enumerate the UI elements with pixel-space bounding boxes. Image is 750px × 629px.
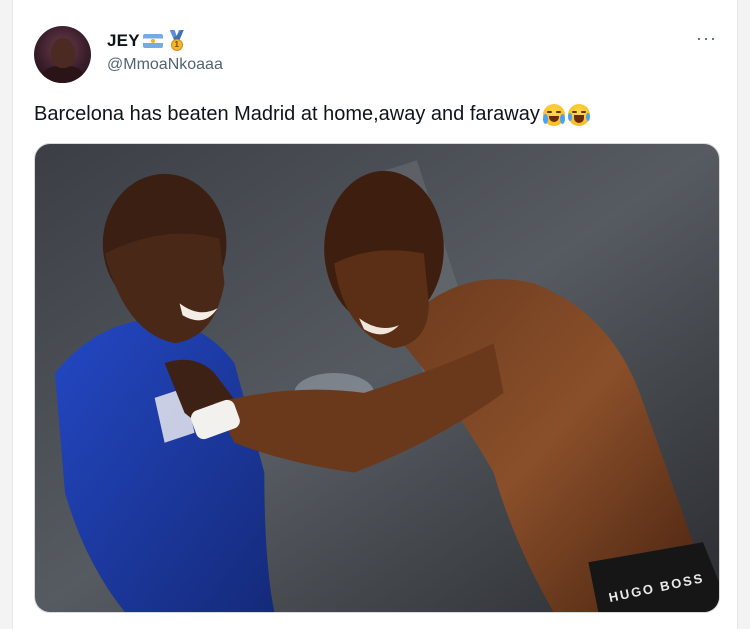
- medal-number: 1: [170, 39, 183, 51]
- face-with-tears-of-joy-icon: [567, 103, 590, 126]
- author-handle[interactable]: @MmoaNkoaaa: [107, 56, 223, 74]
- more-options-button[interactable]: ···: [696, 28, 717, 49]
- avatar-body: [42, 66, 84, 83]
- display-name[interactable]: JEY: [107, 31, 140, 51]
- first-place-medal-icon: 1: [168, 30, 186, 52]
- argentina-flag-icon: [142, 34, 163, 48]
- photo-illustration: HUGO BOSS: [35, 144, 719, 612]
- tweet-text-row: Barcelona has beaten Madrid at home,away…: [34, 103, 590, 126]
- tweet-photo[interactable]: HUGO BOSS: [34, 143, 720, 613]
- avatar[interactable]: [34, 26, 91, 83]
- tweet-text: Barcelona has beaten Madrid at home,away…: [34, 103, 540, 125]
- author-name-row[interactable]: JEY 1: [107, 30, 186, 52]
- tweet-card: JEY 1 @MmoaNkoaaa ··· Barcelona has beat…: [12, 0, 738, 629]
- loudly-crying-face-icon: [542, 103, 565, 126]
- avatar-face: [51, 38, 75, 68]
